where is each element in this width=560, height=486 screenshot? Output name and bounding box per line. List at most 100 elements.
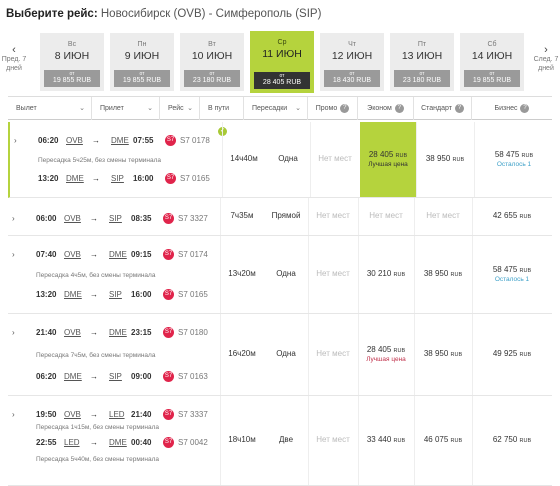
date-tab[interactable]: Чт 12 ИЮН от 18 430 RUB (320, 33, 384, 91)
date-tab[interactable]: Пн 9 ИЮН от 19 855 RUB (110, 33, 174, 91)
dep-time: 06:20 (38, 136, 59, 145)
help-icon[interactable]: ? (520, 103, 530, 113)
table-header: Вылет ⌄ Прилет ⌄ Рейс ⌄ В пути✓ Пересадки ⌄ … (8, 96, 552, 136)
promo-fare: Нет мест (316, 435, 350, 444)
arr-airport[interactable]: SIP (109, 214, 122, 223)
business-fare[interactable]: 62 750 RUB (472, 435, 552, 444)
arr-airport[interactable]: DME (109, 328, 127, 337)
dep-airport[interactable]: OVB (66, 136, 83, 145)
arrow-right-icon: → (90, 410, 98, 419)
dep-time: 06:20 (36, 372, 57, 381)
flight-row[interactable]: › 07:40 OVB → DME 09:15 S7 S7 0174 13:20 DME → SIP 1… (8, 236, 552, 314)
date-tab[interactable]: Ср 11 ИЮН от 28 405 RUB (250, 31, 314, 93)
duration: 7ч35м (230, 211, 254, 220)
duration: 18ч10м (228, 435, 256, 444)
date-min-price: от 19 855 RUB (464, 70, 520, 87)
arr-time: 23:15 (131, 328, 152, 337)
arr-airport[interactable]: SIP (109, 290, 122, 299)
flight-row[interactable]: › 21:40 OVB → DME 23:15 S7 S7 0180 06:20 DME → SIP 0… (8, 314, 552, 396)
dep-airport[interactable]: OVB (64, 410, 81, 419)
date-label: 9 ИЮН (124, 50, 160, 62)
dep-time: 21:40 (36, 328, 57, 337)
help-icon[interactable]: ? (340, 103, 350, 113)
arrow-right-icon: → (90, 328, 98, 337)
expand-icon[interactable]: › (12, 214, 15, 223)
expand-icon[interactable]: › (12, 410, 15, 419)
airline-logo: S7 (165, 135, 176, 146)
duration: 14ч40м (230, 154, 258, 163)
dep-airport[interactable]: LED (64, 438, 80, 447)
standard-fare[interactable]: 38 950 RUB (414, 349, 472, 358)
sort-flight[interactable]: Рейс ⌄ (160, 97, 200, 120)
airline-logo: S7 (163, 213, 174, 224)
transfer-note: Пересадка 1ч15м, без смены терминала (36, 424, 160, 431)
promo-fare: Нет мест (316, 211, 350, 220)
economy-fare: Нет мест (369, 211, 403, 220)
standard-fare[interactable]: 38 950 RUB (416, 154, 474, 163)
promo-fare: Нет мест (316, 269, 350, 278)
help-icon[interactable]: ? (394, 103, 404, 113)
date-weekday: Вс (67, 41, 77, 48)
help-icon[interactable]: ? (454, 103, 464, 113)
business-fare[interactable]: 58 475 RUB Осталось 1 (474, 150, 554, 168)
arr-time: 21:40 (131, 410, 152, 419)
expand-icon[interactable]: › (12, 328, 15, 337)
sort-depart[interactable]: Вылет ⌄ (8, 97, 92, 120)
business-fare[interactable]: 58 475 RUB Осталось 1 (472, 265, 552, 283)
arr-airport[interactable]: DME (109, 438, 127, 447)
economy-fare[interactable]: 30 210 RUB (358, 269, 414, 278)
next-week-button[interactable]: › След. 7 дней (532, 45, 560, 73)
arr-airport[interactable]: DME (109, 250, 127, 259)
sort-duration[interactable]: В пути✓ (200, 97, 244, 136)
economy-fare[interactable]: 28 405 RUB Лучшая цена (360, 122, 416, 197)
business-fare[interactable]: 49 925 RUB (472, 349, 552, 358)
standard-fare[interactable]: 46 075 RUB (414, 435, 472, 444)
airline-logo: S7 (163, 409, 174, 420)
dep-airport[interactable]: DME (64, 290, 82, 299)
economy-fare[interactable]: 28 405 RUB Лучшая цена (358, 345, 414, 363)
date-tab[interactable]: Сб 14 ИЮН от 19 855 RUB (460, 33, 524, 91)
transfer-note: Пересадка 4ч5м, без смены терминала (36, 272, 156, 279)
dep-time: 13:20 (38, 174, 59, 183)
arr-airport[interactable]: DME (111, 136, 129, 145)
airline-logo: S7 (163, 289, 174, 300)
page-title: Выберите рейс: Новосибирск (OVB) - Симфе… (6, 8, 322, 20)
flight-row[interactable]: › 06:20 OVB → DME 07:55 S7 S7 0178 13:20 DME → SIP 1… (8, 122, 552, 198)
flight-row[interactable]: › 19:50 OVB → LED 21:40 S7 S7 3337 22:55 LED → DME 0… (8, 396, 552, 486)
flight-number: S7 0180 (178, 328, 208, 337)
date-tab[interactable]: Пт 13 ИЮН от 23 180 RUB (390, 33, 454, 91)
arr-airport[interactable]: SIP (111, 174, 124, 183)
flight-row[interactable]: › 06:00 OVB → SIP 08:35 S7 S7 3327 7ч35м Прямой Не… (8, 198, 552, 236)
arr-time: 09:15 (131, 250, 152, 259)
date-weekday: Вт (208, 41, 216, 48)
dep-airport[interactable]: DME (64, 372, 82, 381)
expand-icon[interactable]: › (14, 136, 17, 145)
arr-airport[interactable]: SIP (109, 372, 122, 381)
sort-arrive[interactable]: Прилет ⌄ (92, 97, 160, 120)
date-tab[interactable]: Вт 10 ИЮН от 23 180 RUB (180, 33, 244, 91)
expand-icon[interactable]: › (12, 250, 15, 259)
economy-fare[interactable]: 33 440 RUB (358, 435, 414, 444)
arr-airport[interactable]: LED (109, 410, 125, 419)
chevron-left-icon: ‹ (12, 44, 16, 56)
prev-week-button[interactable]: ‹ Пред. 7 дней (0, 44, 28, 73)
date-label: 12 ИЮН (331, 50, 373, 62)
arr-time: 16:00 (131, 290, 152, 299)
sort-transfers[interactable]: Пересадки ⌄ (244, 97, 308, 120)
business-fare[interactable]: 42 655 RUB (472, 211, 552, 220)
standard-fare[interactable]: 38 950 RUB (414, 269, 472, 278)
date-tab[interactable]: Вс 8 ИЮН от 19 855 RUB (40, 33, 104, 91)
dep-airport[interactable]: OVB (64, 250, 81, 259)
dep-time: 06:00 (36, 214, 57, 223)
transfer-note: Пересадка 5ч25м, без смены терминала (38, 157, 162, 164)
arrow-right-icon: → (90, 290, 98, 299)
dep-airport[interactable]: OVB (64, 328, 81, 337)
dep-time: 22:55 (36, 438, 57, 447)
dep-airport[interactable]: DME (66, 174, 84, 183)
date-label: 13 ИЮН (401, 50, 443, 62)
dep-airport[interactable]: OVB (64, 214, 81, 223)
promo-fare: Нет мест (316, 349, 350, 358)
arr-time: 09:00 (131, 372, 152, 381)
date-label: 10 ИЮН (191, 50, 233, 62)
date-min-price: от 23 180 RUB (184, 70, 240, 87)
